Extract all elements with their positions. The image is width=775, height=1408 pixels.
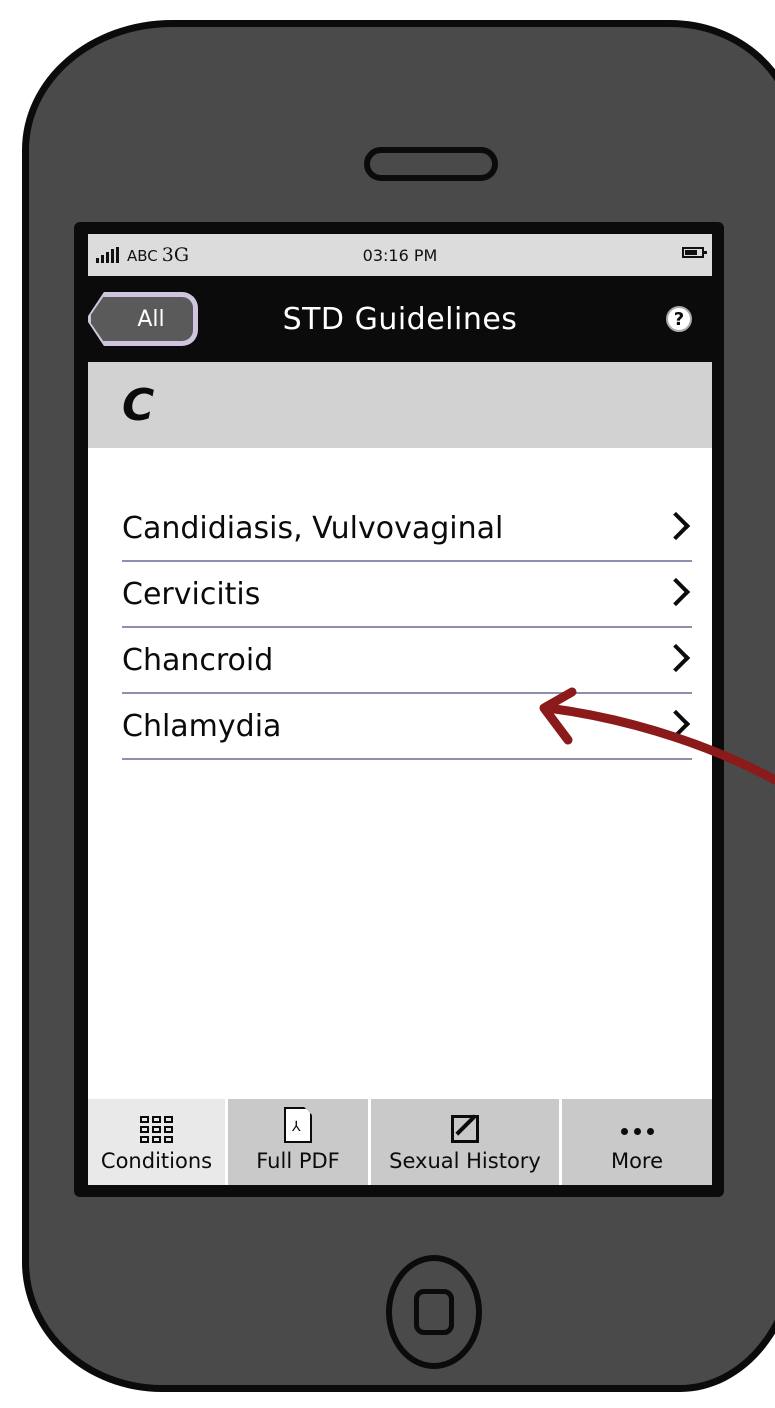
- list-item-label: Chlamydia: [122, 708, 282, 744]
- pdf-icon: [284, 1107, 312, 1143]
- tab-label: Sexual History: [389, 1149, 541, 1173]
- list-item[interactable]: Cervicitis: [122, 562, 692, 628]
- screen-content: ABC 3G 03:16 PM All STD Guidelines ? C C…: [88, 234, 712, 1185]
- tab-sexual-history[interactable]: Sexual History: [371, 1099, 562, 1185]
- edit-icon: [451, 1115, 479, 1143]
- more-icon: [620, 1119, 654, 1143]
- tab-more[interactable]: More: [562, 1099, 712, 1185]
- navigation-bar: All STD Guidelines ?: [88, 276, 712, 362]
- list-item[interactable]: Chlamydia: [122, 694, 692, 760]
- tab-label: Conditions: [100, 1149, 213, 1173]
- tab-label: More: [610, 1149, 664, 1173]
- tab-conditions[interactable]: Conditions: [88, 1099, 228, 1185]
- conditions-list: Candidiasis, Vulvovaginal Cervicitis Cha…: [88, 496, 712, 760]
- list-item[interactable]: Candidiasis, Vulvovaginal: [122, 496, 692, 562]
- list-item[interactable]: Chancroid: [122, 628, 692, 694]
- list-item-label: Cervicitis: [122, 576, 261, 612]
- page-title: STD Guidelines: [282, 302, 518, 337]
- section-header: C: [88, 362, 712, 448]
- earpiece: [364, 147, 498, 181]
- tab-full-pdf[interactable]: Full PDF: [228, 1099, 371, 1185]
- help-icon[interactable]: ?: [666, 306, 692, 332]
- mockup-canvas: ABC 3G 03:16 PM All STD Guidelines ? C C…: [0, 0, 775, 1408]
- chevron-right-icon: [661, 643, 691, 673]
- section-letter: C: [122, 379, 155, 431]
- phone-screen: ABC 3G 03:16 PM All STD Guidelines ? C C…: [74, 222, 724, 1197]
- status-time: 03:16 PM: [362, 245, 438, 265]
- chevron-right-icon: [661, 511, 691, 541]
- home-button[interactable]: [386, 1255, 482, 1369]
- chevron-right-icon: [661, 577, 691, 607]
- list-item-label: Chancroid: [122, 642, 274, 678]
- list-item-label: Candidiasis, Vulvovaginal: [122, 510, 504, 546]
- tab-label: Full PDF: [256, 1149, 340, 1173]
- battery-icon: [682, 247, 707, 258]
- status-bar: ABC 3G 03:16 PM: [88, 234, 712, 276]
- home-square-icon: [414, 1289, 454, 1335]
- tab-bar: Conditions Full PDF Sexual History More: [88, 1099, 712, 1185]
- chevron-right-icon: [661, 709, 691, 739]
- grid-icon: [140, 1116, 173, 1143]
